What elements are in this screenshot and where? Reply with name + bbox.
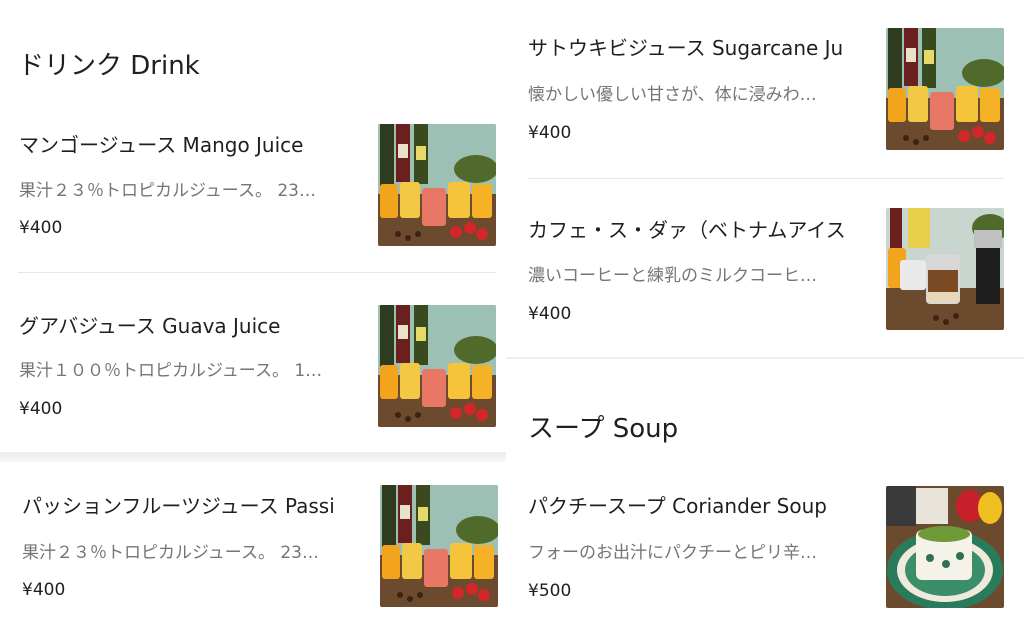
item-price: ¥500 bbox=[528, 581, 572, 601]
item-name: パッションフルーツジュース Passi bbox=[22, 494, 335, 518]
menu-item-mango-juice[interactable]: マンゴージュース Mango Juice 果汁２３％トロピカルジュース。 23…… bbox=[0, 110, 506, 270]
section-title-drink: ドリンク Drink bbox=[18, 51, 200, 81]
item-photo bbox=[886, 28, 1004, 150]
item-description: 果汁１００％トロピカルジュース。 1… bbox=[19, 361, 323, 381]
menu-item-guava-juice[interactable]: グアバジュース Guava Juice 果汁１００％トロピカルジュース。 1… … bbox=[0, 290, 506, 450]
menu-item-sugarcane-juice[interactable]: サトウキビジュース Sugarcane Ju 懐かしい優しい甘さが、体に浸みわ…… bbox=[506, 10, 1024, 170]
item-price: ¥400 bbox=[528, 304, 572, 324]
menu-item-coriander-soup[interactable]: パクチースープ Coriander Soup フォーのお出汁にパクチーとピリ辛…… bbox=[506, 470, 1024, 630]
item-photo bbox=[378, 305, 496, 427]
item-photo bbox=[380, 485, 498, 607]
item-description: 果汁２３％トロピカルジュース。 23… bbox=[22, 543, 319, 563]
divider bbox=[18, 272, 496, 273]
item-price: ¥400 bbox=[19, 399, 63, 419]
menu-item-ca-phe-sua-da[interactable]: カフェ・ス・ダァ（ベトナムアイス 濃いコーヒーと練乳のミルクコーヒ… ¥400 bbox=[506, 190, 1024, 350]
item-name: グアバジュース Guava Juice bbox=[19, 314, 281, 338]
item-price: ¥400 bbox=[528, 123, 572, 143]
item-photo bbox=[886, 486, 1004, 608]
item-price: ¥400 bbox=[19, 218, 63, 238]
item-description: 果汁２３％トロピカルジュース。 23… bbox=[19, 181, 316, 201]
scroll-divider bbox=[0, 452, 506, 462]
menu-item-passion-fruit-juice[interactable]: パッションフルーツジュース Passi 果汁２３％トロピカルジュース。 23… … bbox=[0, 470, 506, 630]
section-title-soup: スープ Soup bbox=[528, 414, 679, 444]
item-photo bbox=[886, 208, 1004, 330]
item-name: サトウキビジュース Sugarcane Ju bbox=[528, 36, 844, 60]
item-photo bbox=[378, 124, 496, 246]
item-description: フォーのお出汁にパクチーとピリ辛… bbox=[528, 543, 817, 563]
item-name: カフェ・ス・ダァ（ベトナムアイス bbox=[528, 218, 846, 242]
section-divider bbox=[506, 357, 1024, 359]
item-name: マンゴージュース Mango Juice bbox=[19, 133, 304, 157]
item-name: パクチースープ Coriander Soup bbox=[528, 494, 827, 518]
item-price: ¥400 bbox=[22, 580, 66, 600]
item-description: 濃いコーヒーと練乳のミルクコーヒ… bbox=[528, 266, 817, 286]
divider bbox=[528, 178, 1004, 179]
menu-column-left: ドリンク Drink マンゴージュース Mango Juice 果汁２３％トロピ… bbox=[0, 0, 506, 634]
item-description: 懐かしい優しい甘さが、体に浸みわ… bbox=[528, 85, 817, 105]
